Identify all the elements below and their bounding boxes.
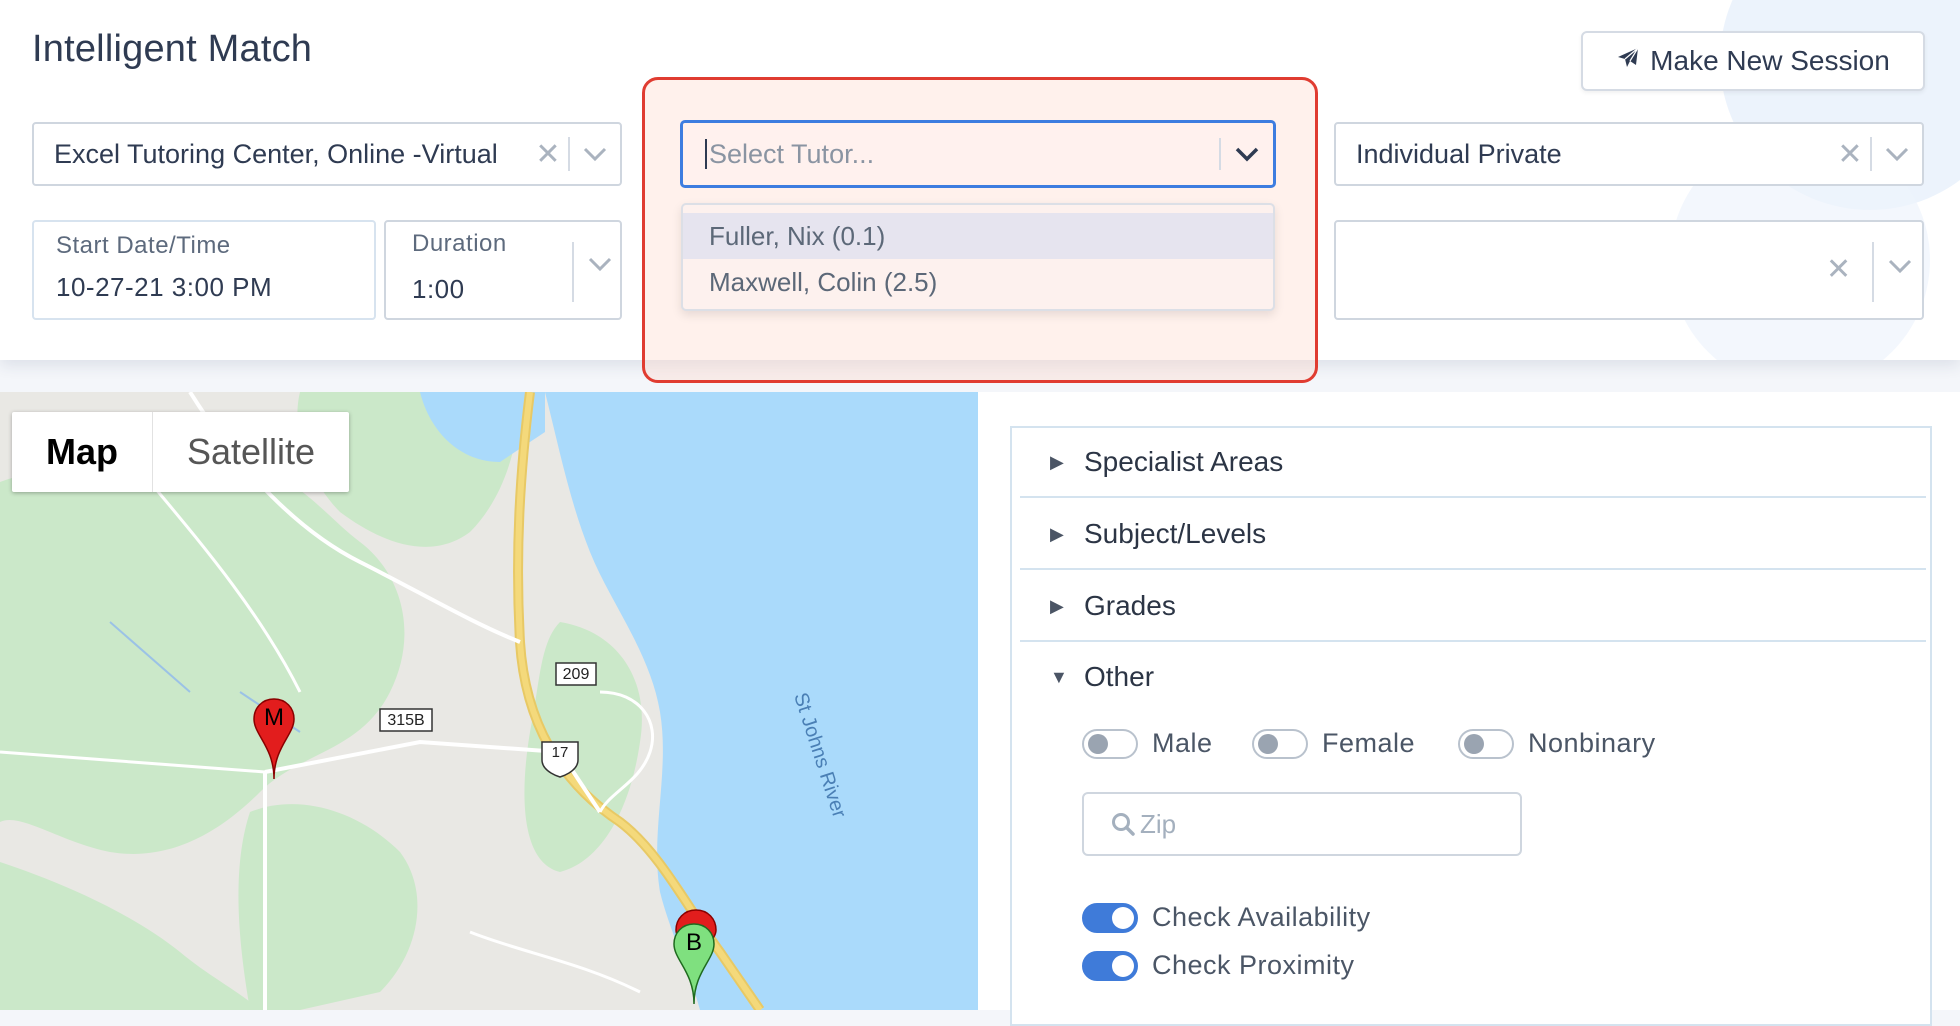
tutor-select-placeholder[interactable]: Select Tutor...	[707, 139, 1219, 170]
accordion-subject-levels[interactable]: ▶ Subject/Levels	[1020, 500, 1926, 570]
duration-value: 1:00	[412, 274, 465, 304]
marker-label: M	[264, 704, 284, 731]
accordion-label: Other	[1084, 661, 1155, 692]
accordion-grades[interactable]: ▶ Grades	[1020, 572, 1926, 642]
road-label: 209	[562, 666, 590, 683]
toggle-switch[interactable]	[1082, 950, 1138, 981]
chevron-down-icon[interactable]	[1221, 146, 1273, 162]
tutor-option[interactable]: Maxwell, Colin (2.5)	[683, 259, 1273, 305]
clear-icon[interactable]: ✕	[1830, 137, 1870, 172]
road-label: 315B	[387, 712, 425, 729]
map-type-control: Map Satellite	[12, 412, 350, 492]
start-datetime-field[interactable]: Start Date/Time 10-27-21 3:00 PM	[32, 220, 376, 320]
tutor-option[interactable]: Fuller, Nix (0.1)	[683, 213, 1273, 259]
toggle-label: Nonbinary	[1528, 728, 1656, 758]
tutor-select[interactable]: Select Tutor...	[680, 120, 1276, 188]
toggle-switch[interactable]	[1458, 728, 1514, 759]
search-icon	[1112, 813, 1135, 836]
map-marker[interactable]: B	[672, 922, 716, 1010]
duration-select[interactable]: Duration 1:00	[384, 220, 622, 320]
toggle-check-availability[interactable]: Check Availability	[1082, 902, 1371, 933]
toggle-switch[interactable]	[1082, 902, 1138, 933]
toggle-label: Check Availability	[1152, 902, 1371, 932]
chevron-down-icon[interactable]	[578, 256, 622, 272]
multi-select-field[interactable]: ✕	[1334, 220, 1924, 320]
toggle-female[interactable]: Female	[1252, 728, 1415, 759]
accordion-specialist-areas[interactable]: ▶ Specialist Areas	[1020, 428, 1926, 498]
location-select[interactable]: Excel Tutoring Center, Online -Virtual ✕	[32, 122, 622, 186]
accordion: ▶ Specialist Areas ▶ Subject/Levels ▶ Gr…	[1010, 426, 1932, 1026]
divider	[1872, 242, 1874, 302]
duration-label: Duration	[412, 230, 507, 257]
map-type-map-button[interactable]: Map	[12, 412, 153, 492]
accordion-label: Grades	[1084, 590, 1176, 621]
marker-label: B	[685, 929, 702, 956]
page-title: Intelligent Match	[32, 28, 313, 70]
zip-placeholder: Zip	[1140, 808, 1177, 839]
chevron-down-icon[interactable]	[1872, 146, 1922, 162]
toggle-male[interactable]: Male	[1082, 728, 1213, 759]
toggle-label: Check Proximity	[1152, 950, 1355, 980]
start-datetime-label: Start Date/Time	[56, 232, 231, 259]
caret-right-icon: ▶	[1050, 451, 1064, 472]
session-type-select-value: Individual Private	[1356, 138, 1562, 169]
toggle-label: Female	[1322, 728, 1416, 758]
clear-icon[interactable]: ✕	[1826, 252, 1851, 287]
chevron-down-icon[interactable]	[570, 146, 620, 162]
map-marker[interactable]: M	[252, 697, 296, 786]
location-select-value: Excel Tutoring Center, Online -Virtual	[54, 138, 498, 169]
chevron-down-icon[interactable]	[1878, 258, 1922, 274]
toggle-switch[interactable]	[1082, 728, 1138, 759]
accordion-label: Subject/Levels	[1084, 518, 1267, 549]
toggle-switch[interactable]	[1252, 728, 1308, 759]
toggle-nonbinary[interactable]: Nonbinary	[1458, 728, 1656, 759]
toggle-label: Male	[1152, 728, 1213, 758]
caret-down-icon: ▼	[1050, 666, 1068, 687]
clear-icon[interactable]: ✕	[528, 137, 568, 172]
caret-right-icon: ▶	[1050, 523, 1064, 544]
make-new-session-label: Make New Session	[1650, 45, 1890, 76]
caret-right-icon: ▶	[1050, 595, 1064, 616]
paper-plane-icon	[1616, 45, 1640, 77]
toggle-check-proximity[interactable]: Check Proximity	[1082, 950, 1355, 981]
make-new-session-button[interactable]: Make New Session	[1581, 31, 1925, 91]
divider	[572, 242, 574, 302]
session-type-select[interactable]: Individual Private ✕	[1334, 122, 1924, 186]
map-type-satellite-button[interactable]: Satellite	[153, 412, 349, 492]
filter-panel: ▶ Specialist Areas ▶ Subject/Levels ▶ Gr…	[978, 392, 1960, 1026]
tutor-dropdown-menu: Fuller, Nix (0.1) Maxwell, Colin (2.5)	[681, 203, 1275, 311]
accordion-other[interactable]: ▼ Other	[1020, 642, 1926, 712]
map-view[interactable]: 209 315B 17 St Johns River Map Satellite…	[0, 392, 978, 1010]
zip-input[interactable]: Zip	[1082, 792, 1522, 856]
accordion-label: Specialist Areas	[1084, 446, 1284, 477]
start-datetime-value: 10-27-21 3:00 PM	[56, 272, 273, 302]
road-label: 17	[551, 744, 569, 761]
